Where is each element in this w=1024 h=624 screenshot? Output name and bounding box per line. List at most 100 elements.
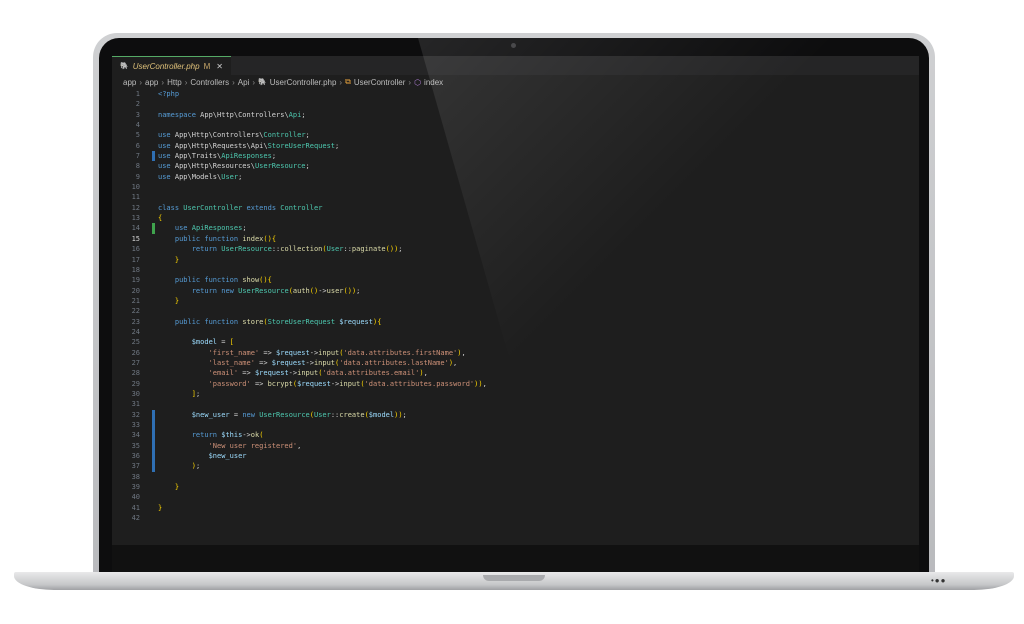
code-line[interactable]: 40 (112, 492, 919, 502)
git-change-marker (152, 99, 155, 109)
git-change-marker (152, 482, 155, 492)
code-line[interactable]: 4 (112, 120, 919, 130)
line-number: 1 (135, 90, 140, 98)
line-number: 29 (131, 379, 140, 388)
code-line[interactable]: 31 (112, 399, 919, 409)
code-line[interactable]: 22 (112, 306, 919, 316)
git-change-marker (152, 89, 155, 99)
breadcrumb-item[interactable]: UserController (354, 78, 406, 87)
code-line[interactable]: 35 'New user registered', (112, 440, 919, 452)
line-number: 15 (131, 234, 140, 243)
breadcrumb-item[interactable]: Controllers (190, 78, 229, 87)
line-number: 22 (131, 307, 140, 316)
git-change-marker (152, 203, 155, 213)
git-change-marker (152, 110, 155, 120)
line-number: 10 (131, 183, 140, 192)
git-change-marker (152, 223, 155, 234)
line-number: 32 (131, 410, 140, 419)
code-line[interactable]: 1 <?php (112, 89, 919, 99)
code-line[interactable]: 3 namespace App\Http\Controllers\Api; (112, 110, 919, 120)
code-line[interactable]: 16 return UserResource::collection(User:… (112, 244, 919, 254)
line-number: 19 (131, 276, 140, 285)
code-line[interactable]: 25 $model = [ (112, 337, 919, 347)
git-change-marker (152, 513, 155, 523)
tab-filename: UserController.php (132, 61, 200, 71)
breadcrumb-item[interactable]: UserController.php (270, 78, 337, 87)
code-text: return new UserResource(auth()->user()); (191, 286, 361, 295)
code-line[interactable]: 41} (112, 503, 919, 513)
code-line[interactable]: 19 public function show(){ (112, 275, 919, 285)
line-number: 11 (131, 193, 140, 202)
code-text: use App\Http\Controllers\Controller; (158, 131, 310, 140)
webcam-icon (511, 43, 516, 48)
code-line[interactable]: 23 public function store(StoreUserReques… (112, 317, 919, 327)
code-line[interactable]: 29 'password' => bcrypt($request->input(… (112, 379, 919, 389)
git-change-marker (152, 472, 155, 482)
git-change-marker (152, 358, 155, 368)
git-change-marker (152, 255, 155, 265)
code-line[interactable]: 11 (112, 192, 919, 202)
git-change-marker (152, 141, 155, 151)
breadcrumb-item[interactable]: Http (167, 78, 182, 87)
code-text: } (158, 503, 163, 512)
code-line[interactable]: 8 use App\Http\Resources\UserResource; (112, 161, 919, 171)
code-line[interactable]: 33 (112, 420, 919, 431)
code-line[interactable]: 36 $new_user (112, 451, 919, 462)
code-line[interactable]: 10 (112, 182, 919, 192)
code-text: public function index(){ (174, 234, 277, 243)
code-text: $model = [ (191, 338, 234, 347)
code-line[interactable]: 9 use App\Models\User; (112, 172, 919, 182)
line-number: 7 (135, 152, 140, 161)
code-line[interactable]: 5 use App\Http\Controllers\Controller; (112, 130, 919, 140)
line-number: 4 (135, 121, 140, 130)
line-number: 37 (131, 462, 140, 471)
code-line[interactable]: 2 (112, 99, 919, 109)
line-number: 28 (131, 369, 140, 378)
git-change-marker (152, 317, 155, 327)
git-change-marker (152, 161, 155, 171)
code-line[interactable]: 37 ); (112, 461, 919, 472)
code-line[interactable]: 15 public function index(){ (112, 234, 919, 244)
editor-tab-usercontroller[interactable]: 🐘 UserController.php M ✕ (112, 56, 231, 76)
git-change-marker (152, 503, 155, 513)
code-line[interactable]: 20 return new UserResource(auth()->user(… (112, 286, 919, 296)
breadcrumb-item[interactable]: Api (238, 78, 250, 87)
code-line[interactable]: 34 return $this->ok( (112, 430, 919, 441)
code-line[interactable]: 32 $new_user = new UserResource(User::cr… (112, 409, 919, 420)
breadcrumb-item[interactable]: app (123, 78, 136, 87)
close-icon[interactable]: ✕ (216, 62, 223, 71)
git-change-marker (152, 348, 155, 358)
code-text: ); (191, 462, 201, 471)
code-text: use ApiResponses; (174, 224, 247, 233)
code-line[interactable]: 28 'email' => $request->input('data.attr… (112, 368, 919, 378)
line-number: 24 (131, 327, 140, 336)
code-text: { (158, 214, 163, 223)
chevron-right-icon: › (139, 77, 143, 87)
line-number: 23 (131, 317, 140, 326)
code-line[interactable]: 26 'first_name' => $request->input('data… (112, 348, 919, 358)
code-line[interactable]: 18 (112, 265, 919, 275)
code-line[interactable]: 12 class UserController extends Controlle… (112, 203, 919, 213)
code-line[interactable]: 39 } (112, 482, 919, 492)
code-text: use App\Http\Requests\Api\StoreUserReque… (158, 141, 340, 150)
git-change-marker (152, 151, 155, 162)
code-line[interactable]: 38 (112, 472, 919, 482)
line-number: 26 (131, 348, 140, 357)
git-change-marker (152, 368, 155, 378)
code-line[interactable]: 27 'last_name' => $request->input('data.… (112, 358, 919, 368)
code-area[interactable]: 1 <?php 2 3 namespace App\Http\Controllers\A… (112, 89, 919, 523)
line-number: 27 (131, 358, 140, 367)
code-line[interactable]: 6 use App\Http\Requests\Api\StoreUserRequ… (112, 141, 919, 151)
code-line[interactable]: 21 } (112, 296, 919, 306)
breadcrumb-item[interactable]: index (424, 78, 443, 87)
code-line[interactable]: 7 use App\Traits\ApiResponses; (112, 151, 919, 162)
code-line[interactable]: 14 use ApiResponses; (112, 223, 919, 234)
line-number: 35 (131, 441, 140, 450)
breadcrumb-item[interactable]: app (145, 78, 158, 87)
code-line[interactable]: 24 (112, 327, 919, 337)
code-line[interactable]: 17 } (112, 255, 919, 265)
git-change-marker (152, 430, 155, 441)
code-line[interactable]: 30 ]; (112, 389, 919, 399)
code-line[interactable]: 42 (112, 513, 919, 523)
code-line[interactable]: 13 { (112, 213, 919, 223)
